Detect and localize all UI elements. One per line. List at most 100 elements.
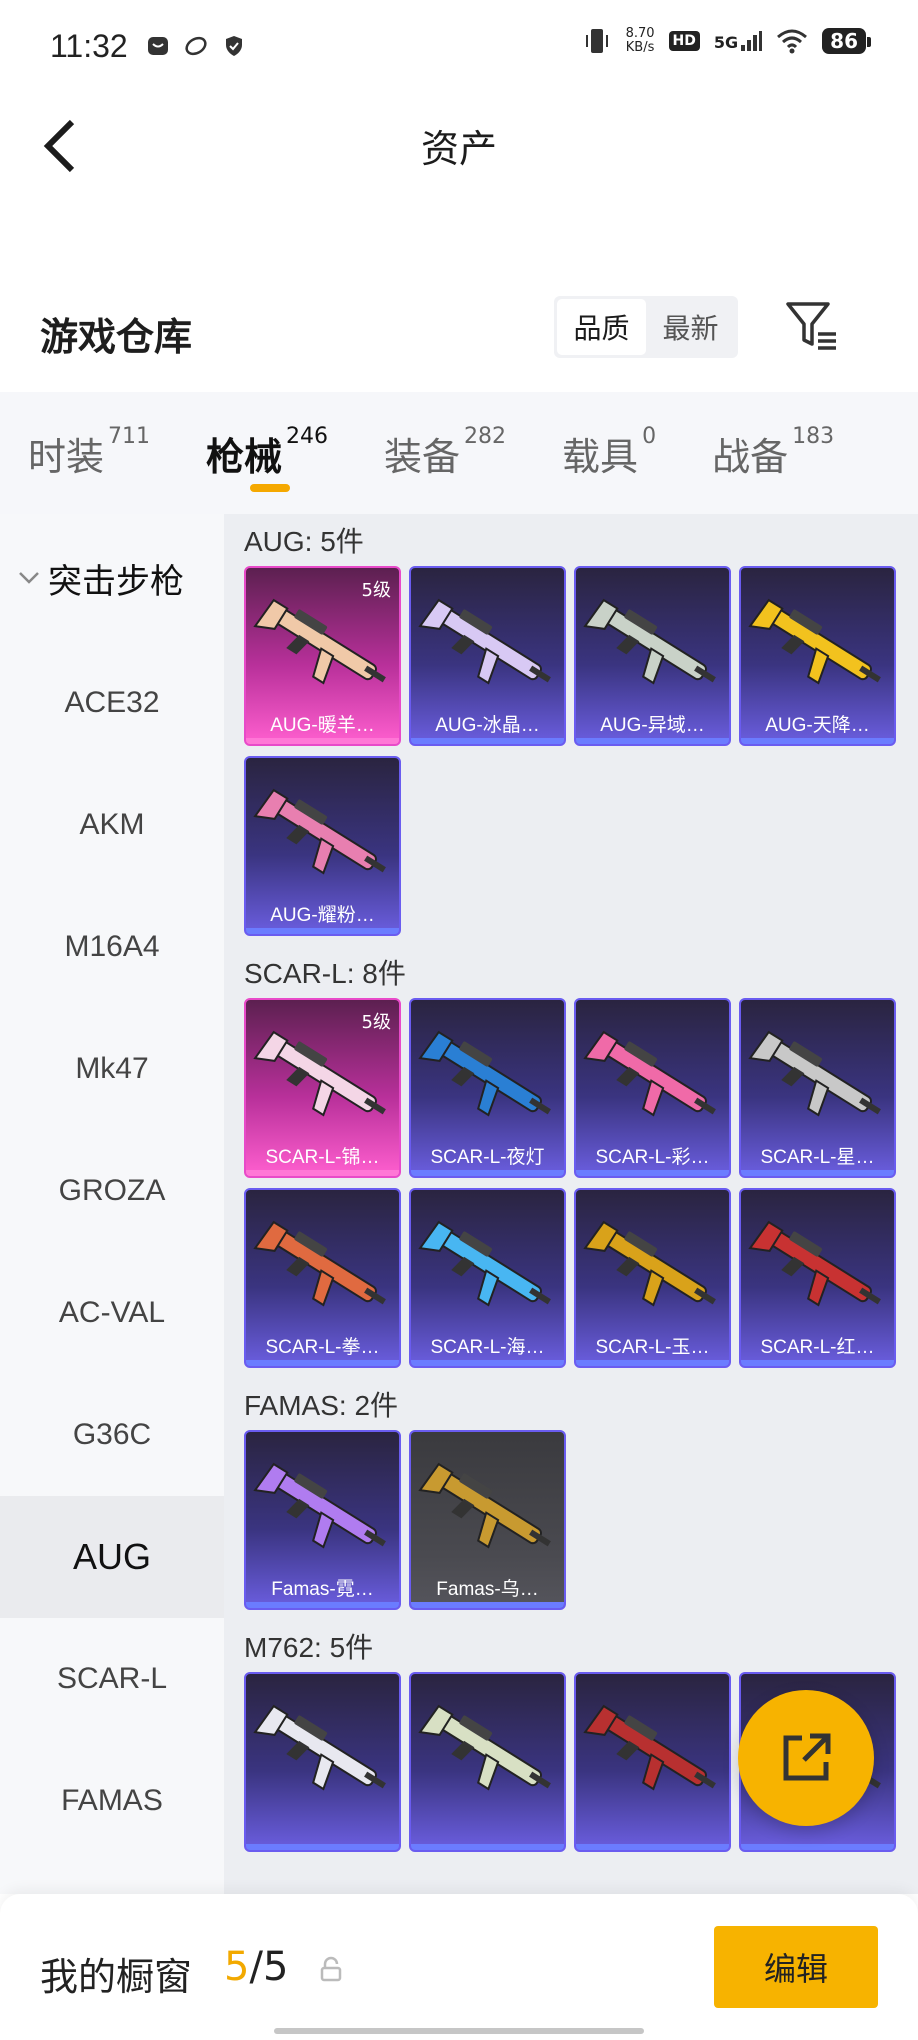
weapon-card[interactable]: SCAR-L-夜灯 bbox=[409, 998, 566, 1178]
weapon-name: SCAR-L-星… bbox=[760, 1146, 875, 1168]
tab-label: 战备 bbox=[712, 434, 789, 479]
weapon-name: SCAR-L-玉… bbox=[595, 1336, 710, 1358]
sidebar-item-m16a4[interactable]: M16A4 bbox=[0, 886, 224, 1008]
sidebar-item-famas[interactable]: FAMAS bbox=[0, 1740, 224, 1862]
home-indicator bbox=[274, 2028, 644, 2034]
sidebar-item-groza[interactable]: GROZA bbox=[0, 1130, 224, 1252]
weapon-name: AUG-天降… bbox=[765, 714, 870, 736]
weapon-image bbox=[418, 1030, 551, 1117]
sidebar-item-aug[interactable]: AUG bbox=[0, 1496, 224, 1618]
tab-equipment[interactable]: 装备 282 bbox=[384, 423, 507, 481]
category-tabs: 时装 711 枪械 246 装备 282 载具 0 战备 183 bbox=[0, 392, 918, 514]
sidebar-item-mk47[interactable]: Mk47 bbox=[0, 1008, 224, 1130]
weapon-name: Famas-霓… bbox=[271, 1578, 374, 1600]
active-tab-indicator bbox=[250, 483, 291, 492]
weapon-name: AUG-冰晶… bbox=[435, 714, 540, 736]
chevron-down-icon bbox=[19, 572, 39, 584]
net-speed: 8.70 KB/s bbox=[626, 27, 655, 55]
weapon-grid: Famas-霓… Famas-乌… bbox=[224, 1430, 918, 1610]
weapon-image bbox=[418, 1462, 551, 1549]
sidebar-item-scar-l[interactable]: SCAR-L bbox=[0, 1618, 224, 1740]
page-title: 资产 bbox=[420, 127, 497, 171]
hd-badge: HD bbox=[668, 31, 700, 51]
rarity-bar bbox=[246, 738, 399, 744]
tab-label: 枪械 bbox=[206, 434, 283, 479]
share-button[interactable] bbox=[738, 1690, 874, 1826]
weapon-card[interactable] bbox=[574, 1672, 731, 1852]
sidebar-item-ace32[interactable]: ACE32 bbox=[0, 642, 224, 764]
showcase-separator: / bbox=[249, 1944, 263, 1990]
weapon-name bbox=[411, 1814, 564, 1844]
weapon-grid: 5级 AUG-暖羊… AUG-冰晶… AUG-异域… AUG-天降… AUG-耀粉… bbox=[224, 566, 918, 936]
warehouse-title: 游戏仓库 bbox=[40, 315, 193, 359]
weapon-card[interactable]: AUG-异域… bbox=[574, 566, 731, 746]
weapon-card[interactable]: AUG-耀粉… bbox=[244, 756, 401, 936]
rarity-bar bbox=[741, 1360, 894, 1366]
weapon-card[interactable]: AUG-冰晶… bbox=[409, 566, 566, 746]
tab-supplies[interactable]: 战备 183 bbox=[712, 423, 835, 481]
sidebar-item-akm[interactable]: AKM bbox=[0, 764, 224, 886]
tab-count: 183 bbox=[792, 423, 835, 449]
weapon-image bbox=[253, 1030, 386, 1117]
weapon-card[interactable]: SCAR-L-红… bbox=[739, 1188, 896, 1368]
rarity-bar bbox=[246, 928, 399, 934]
tab-label: 时装 bbox=[28, 434, 105, 479]
sidebar-group-assault-rifles[interactable]: 突击步枪 bbox=[0, 514, 224, 642]
cell-signal: 5G bbox=[714, 30, 763, 52]
weapon-image bbox=[418, 598, 551, 685]
weapon-image bbox=[253, 1704, 386, 1791]
tab-fashion[interactable]: 时装 711 bbox=[28, 423, 151, 481]
tab-count: 282 bbox=[464, 423, 507, 449]
message-icon bbox=[147, 37, 168, 55]
weapon-card[interactable]: SCAR-L-海… bbox=[409, 1188, 566, 1368]
rarity-bar bbox=[246, 1170, 399, 1176]
tab-label: 载具 bbox=[562, 434, 639, 479]
weapon-card[interactable]: AUG-天降… bbox=[739, 566, 896, 746]
weapon-image bbox=[253, 1462, 386, 1549]
sort-option-quality[interactable]: 品质 bbox=[557, 299, 646, 355]
showcase-label: 我的橱窗 bbox=[40, 1955, 193, 1999]
weapon-level-badge: 5级 bbox=[361, 580, 391, 601]
rarity-bar bbox=[576, 1844, 729, 1850]
weapon-image bbox=[253, 1220, 386, 1307]
weapon-card[interactable]: SCAR-L-拳… bbox=[244, 1188, 401, 1368]
weapon-card[interactable]: SCAR-L-彩… bbox=[574, 998, 731, 1178]
sort-toggle: 品质 最新 bbox=[554, 296, 738, 358]
weapon-card[interactable]: SCAR-L-星… bbox=[739, 998, 896, 1178]
tab-firearms[interactable]: 枪械 246 bbox=[206, 424, 328, 492]
weapon-image bbox=[583, 598, 716, 685]
weapon-image bbox=[583, 1030, 716, 1117]
weapon-card[interactable]: 5级 AUG-暖羊… bbox=[244, 566, 401, 746]
weapon-type-sidebar: 突击步枪 ACE32 AKM M16A4 Mk47 GROZA AC-VAL G36C AUG… bbox=[0, 514, 224, 1894]
weapon-card[interactable]: 5级 SCAR-L-锦… bbox=[244, 998, 401, 1178]
weapon-name: SCAR-L-红… bbox=[760, 1336, 875, 1358]
showcase-count: 5/5 bbox=[224, 1944, 288, 1990]
signal-icon bbox=[741, 31, 763, 51]
rarity-bar bbox=[741, 1170, 894, 1176]
rarity-bar bbox=[576, 1360, 729, 1366]
rarity-bar bbox=[246, 1844, 399, 1850]
weapon-grid: 5级 SCAR-L-锦… SCAR-L-夜灯 SCAR-L-彩… SCAR-L-星… SC… bbox=[224, 998, 918, 1368]
weapon-card[interactable] bbox=[409, 1672, 566, 1852]
wifi-icon bbox=[777, 29, 808, 54]
weapon-name: SCAR-L-拳… bbox=[265, 1336, 380, 1358]
weapon-card[interactable] bbox=[244, 1672, 401, 1852]
weapon-card[interactable]: Famas-霓… bbox=[244, 1430, 401, 1610]
sidebar-item-ac-val[interactable]: AC-VAL bbox=[0, 1252, 224, 1374]
weapon-level-badge: 5级 bbox=[361, 1012, 391, 1033]
sidebar-item-g36c[interactable]: G36C bbox=[0, 1374, 224, 1496]
weapon-image bbox=[418, 1220, 551, 1307]
battery-indicator: 86 bbox=[822, 28, 871, 54]
sort-option-newest[interactable]: 最新 bbox=[646, 299, 735, 355]
weapon-name: SCAR-L-锦… bbox=[265, 1146, 380, 1168]
group-title: AUG: 5件 bbox=[244, 526, 364, 557]
nav-bar: 资产 bbox=[0, 92, 918, 202]
tab-vehicles[interactable]: 载具 0 bbox=[562, 424, 656, 481]
rarity-bar bbox=[411, 738, 564, 744]
weapon-card[interactable]: Famas-乌… bbox=[409, 1430, 566, 1610]
shield-icon bbox=[225, 36, 242, 56]
tab-count: 711 bbox=[108, 423, 151, 449]
filter-button[interactable] bbox=[784, 298, 840, 354]
edit-button[interactable]: 编辑 bbox=[714, 1926, 878, 2008]
weapon-card[interactable]: SCAR-L-玉… bbox=[574, 1188, 731, 1368]
